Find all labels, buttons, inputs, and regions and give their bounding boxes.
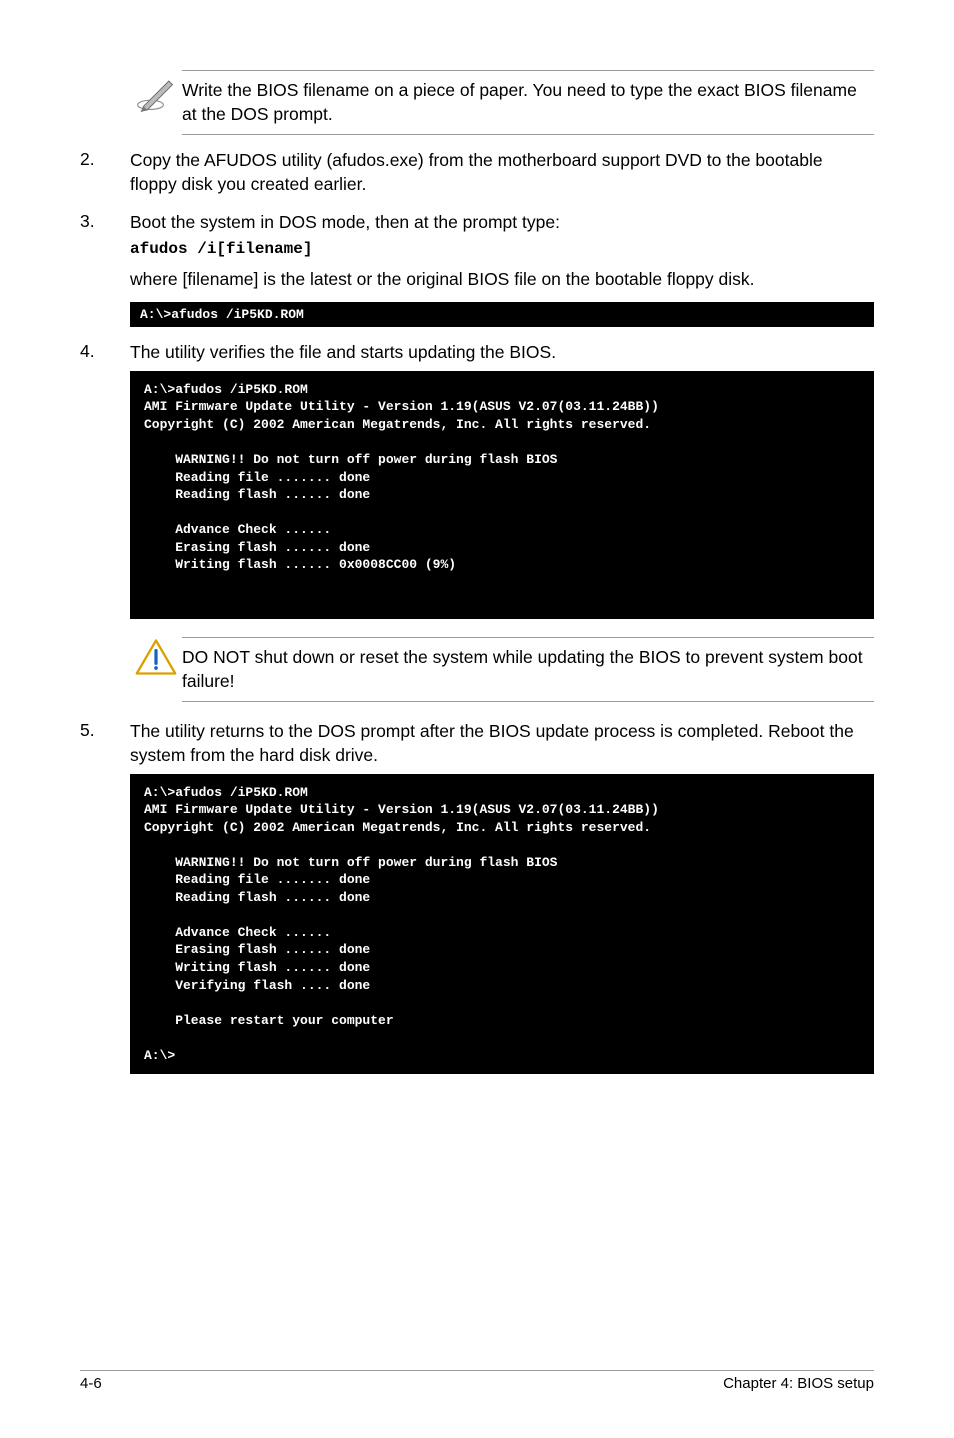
paragraph-where: where [filename] is the latest or the or… — [130, 268, 874, 292]
warning-block: DO NOT shut down or reset the system whi… — [130, 637, 874, 702]
step-body: Boot the system in DOS mode, then at the… — [130, 211, 874, 235]
terminal-output-3: A:\>afudos /iP5KD.ROM AMI Firmware Updat… — [130, 774, 874, 1075]
step-5: 5. The utility returns to the DOS prompt… — [80, 720, 874, 767]
step-body: Copy the AFUDOS utility (afudos.exe) fro… — [130, 149, 874, 196]
step-3: 3. Boot the system in DOS mode, then at … — [80, 211, 874, 235]
note-text: Write the BIOS filename on a piece of pa… — [182, 70, 874, 135]
pencil-icon — [130, 70, 182, 119]
step-4: 4. The utility verifies the file and sta… — [80, 341, 874, 365]
chapter-label: Chapter 4: BIOS setup — [723, 1375, 874, 1392]
note-block: Write the BIOS filename on a piece of pa… — [130, 70, 874, 135]
step-number: 5. — [80, 720, 130, 767]
code-line: afudos /i[filename] — [130, 240, 874, 258]
step-2: 2. Copy the AFUDOS utility (afudos.exe) … — [80, 149, 874, 196]
terminal-output-2: A:\>afudos /iP5KD.ROM AMI Firmware Updat… — [130, 371, 874, 619]
step-number: 2. — [80, 149, 130, 196]
warning-text: DO NOT shut down or reset the system whi… — [182, 637, 874, 702]
page-footer: 4-6 Chapter 4: BIOS setup — [80, 1370, 874, 1392]
terminal-output-1: A:\>afudos /iP5KD.ROM — [130, 302, 874, 328]
step-body: The utility returns to the DOS prompt af… — [130, 720, 874, 767]
warning-icon — [130, 637, 182, 682]
step-number: 3. — [80, 211, 130, 235]
step-body: The utility verifies the file and starts… — [130, 341, 874, 365]
page-number: 4-6 — [80, 1375, 102, 1392]
step-number: 4. — [80, 341, 130, 365]
